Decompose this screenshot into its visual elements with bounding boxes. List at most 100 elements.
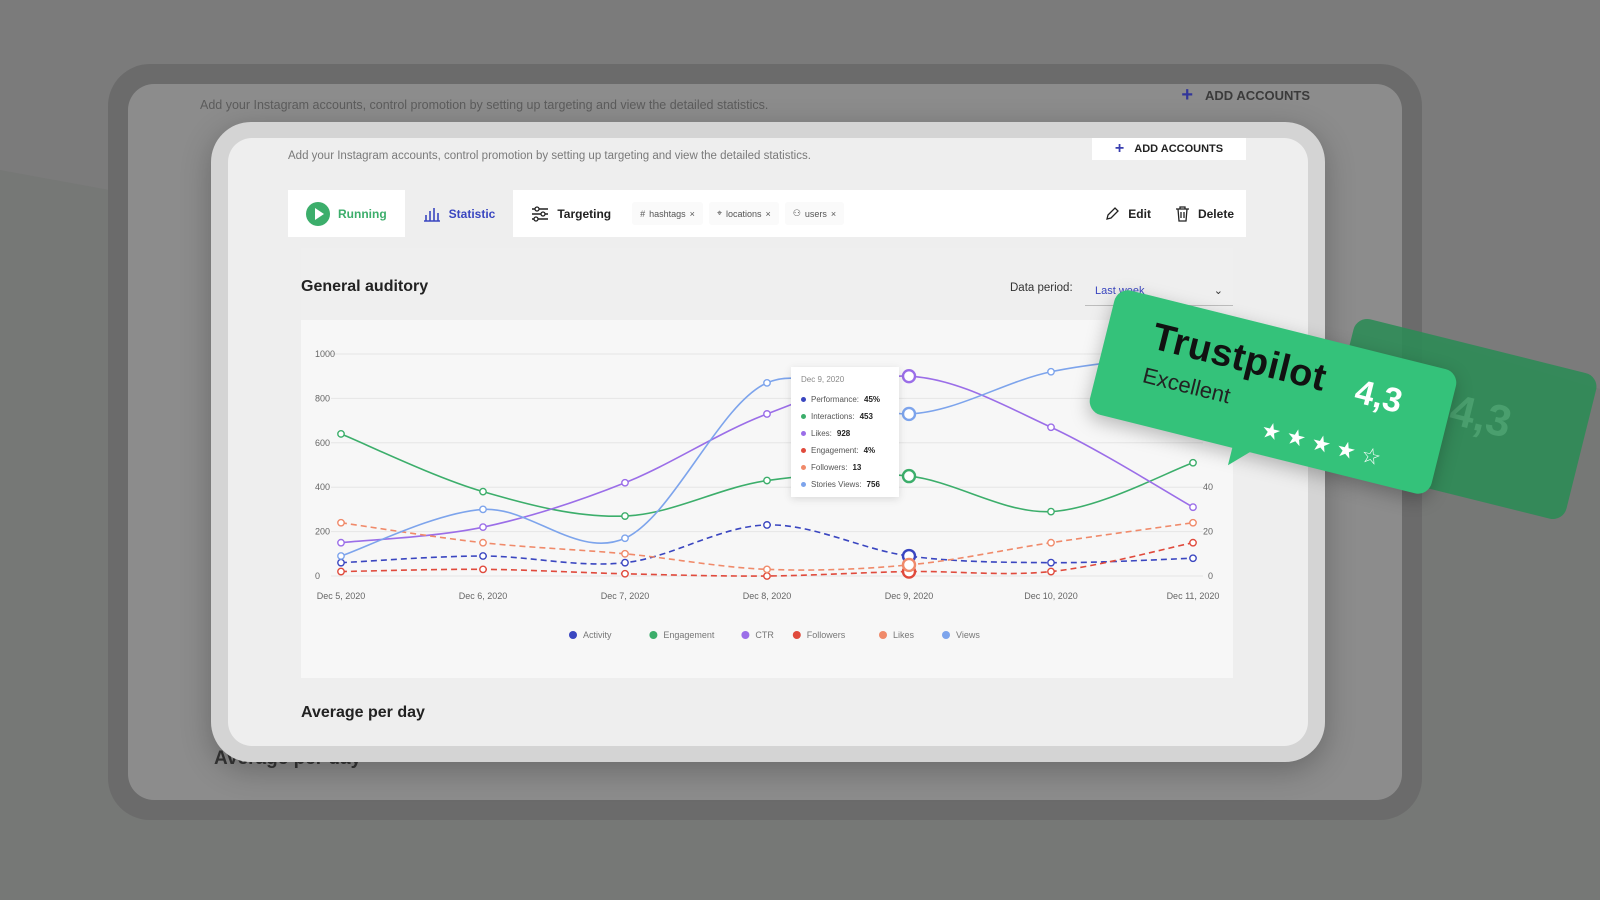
pencil-icon [1106,207,1120,220]
y-right-tick-label: 0 [1208,571,1213,581]
play-icon [306,201,330,226]
add-accounts-label: ADD ACCOUNTS [1134,143,1224,155]
x-tick-label: Dec 9, 2020 [885,591,934,601]
data-point [1189,518,1197,527]
data-point [621,549,629,558]
legend-dot-icon [801,431,806,436]
campaign-toolbar: Running Statistic Targeting # hashtags × ⌖… [288,190,1246,237]
chip-label: locations [726,208,762,219]
page-description: Add your Instagram accounts, control pro… [288,150,811,162]
data-point [901,468,917,484]
hash-icon: # [640,208,646,219]
data-point [621,534,629,543]
data-point [337,567,345,576]
legend-dot-icon [801,482,806,487]
data-point [621,569,629,578]
remove-chip-icon[interactable]: × [831,209,836,219]
x-tick-label: Dec 10, 2020 [1024,591,1078,601]
tooltip-row-value: 756 [866,480,880,489]
data-point [1047,367,1055,376]
data-point [901,369,917,384]
tooltip-row: Performance: 45% [801,391,889,408]
chart-tooltip: Dec 9, 2020 Performance: 45% Interactions:… [791,367,899,497]
y-tick-label: 800 [315,393,330,403]
data-point [901,406,917,422]
plus-icon: + [1114,140,1125,157]
add-accounts-button[interactable]: + ADD ACCOUNTS [1092,138,1246,160]
running-status-button[interactable]: Running [288,190,405,237]
tooltip-row: Likes: 928 [801,425,889,442]
tooltip-row-value: 453 [859,412,873,421]
data-point [1047,567,1055,576]
data-point [901,557,917,573]
y-tick-label: 600 [315,438,330,448]
data-point [1189,538,1197,547]
y-right-tick-label: 40 [1203,482,1213,492]
y-tick-label: 0 [315,571,320,581]
data-point [337,430,345,438]
legend-dot [649,631,658,639]
tab-targeting[interactable]: Targeting [513,190,629,237]
tooltip-row: Engagement: 4% [801,442,889,459]
tooltip-row-label: Likes: [811,429,832,438]
data-point [479,505,487,514]
legend-label: Views [956,630,980,640]
data-point [1189,503,1197,512]
legend-dot [569,631,577,639]
locations-chip[interactable]: ⌖ locations × [708,202,779,225]
series-line-activity [340,524,1194,565]
data-period-label: Data period: [1010,282,1073,294]
tooltip-row: Followers: 13 [801,459,889,476]
x-tick-label: Dec 6, 2020 [459,591,508,601]
delete-label: Delete [1197,206,1234,221]
data-point [1047,423,1055,432]
background-add-accounts-label: ADD ACCOUNTS [1205,88,1310,103]
sliders-icon [532,205,549,222]
data-point [479,565,487,574]
data-point [763,410,771,418]
tab-statistic[interactable]: Statistic [404,190,514,237]
legend-label: Likes [893,630,915,640]
users-chip[interactable]: ⚇ users × [784,202,845,225]
legend-dot-icon [801,448,806,453]
data-point [337,518,345,527]
chip-label: hashtags [649,208,686,219]
legend-dot-icon [801,414,806,419]
legend-dot [879,631,887,639]
legend-dot [741,631,750,639]
data-point [479,538,487,547]
tooltip-row-label: Interactions: [811,412,855,421]
tooltip-row-value: 928 [836,429,851,438]
hashtags-chip[interactable]: # hashtags × [632,202,703,225]
legend-label: Followers [807,630,846,640]
remove-chip-icon[interactable]: × [690,209,695,219]
data-point [621,512,629,520]
bar-chart-icon [423,207,440,222]
edit-button[interactable]: Edit [1093,190,1163,237]
running-label: Running [338,206,387,221]
data-point [621,558,629,567]
data-point [763,521,771,529]
data-point [337,552,345,560]
data-point [763,378,771,387]
y-tick-label: 1000 [315,349,335,359]
plus-icon: + [1181,84,1194,106]
legend-dot-icon [801,465,806,470]
average-per-day-title: Average per day [301,704,425,721]
trustpilot-rating: 4,3 [1351,372,1407,421]
y-tick-label: 200 [315,527,330,537]
remove-chip-icon[interactable]: × [766,209,771,219]
tooltip-row-value: 13 [852,463,862,472]
background-add-accounts: + ADD ACCOUNTS [1181,84,1310,107]
targeting-label: Targeting [557,206,612,221]
trash-icon [1175,205,1189,222]
x-tick-label: Dec 7, 2020 [601,591,650,601]
data-point [1189,458,1197,467]
x-tick-label: Dec 5, 2020 [317,591,366,601]
tooltip-row-label: Engagement: [811,446,859,455]
delete-button[interactable]: Delete [1163,190,1246,237]
panel-title: General auditory [301,278,429,295]
data-point [763,476,771,485]
chart-area: 0 200 400 600 800 1000 0 20 40 Dec 5, 2020 Dec 6, … [301,320,1233,678]
chip-label: users [804,208,827,219]
